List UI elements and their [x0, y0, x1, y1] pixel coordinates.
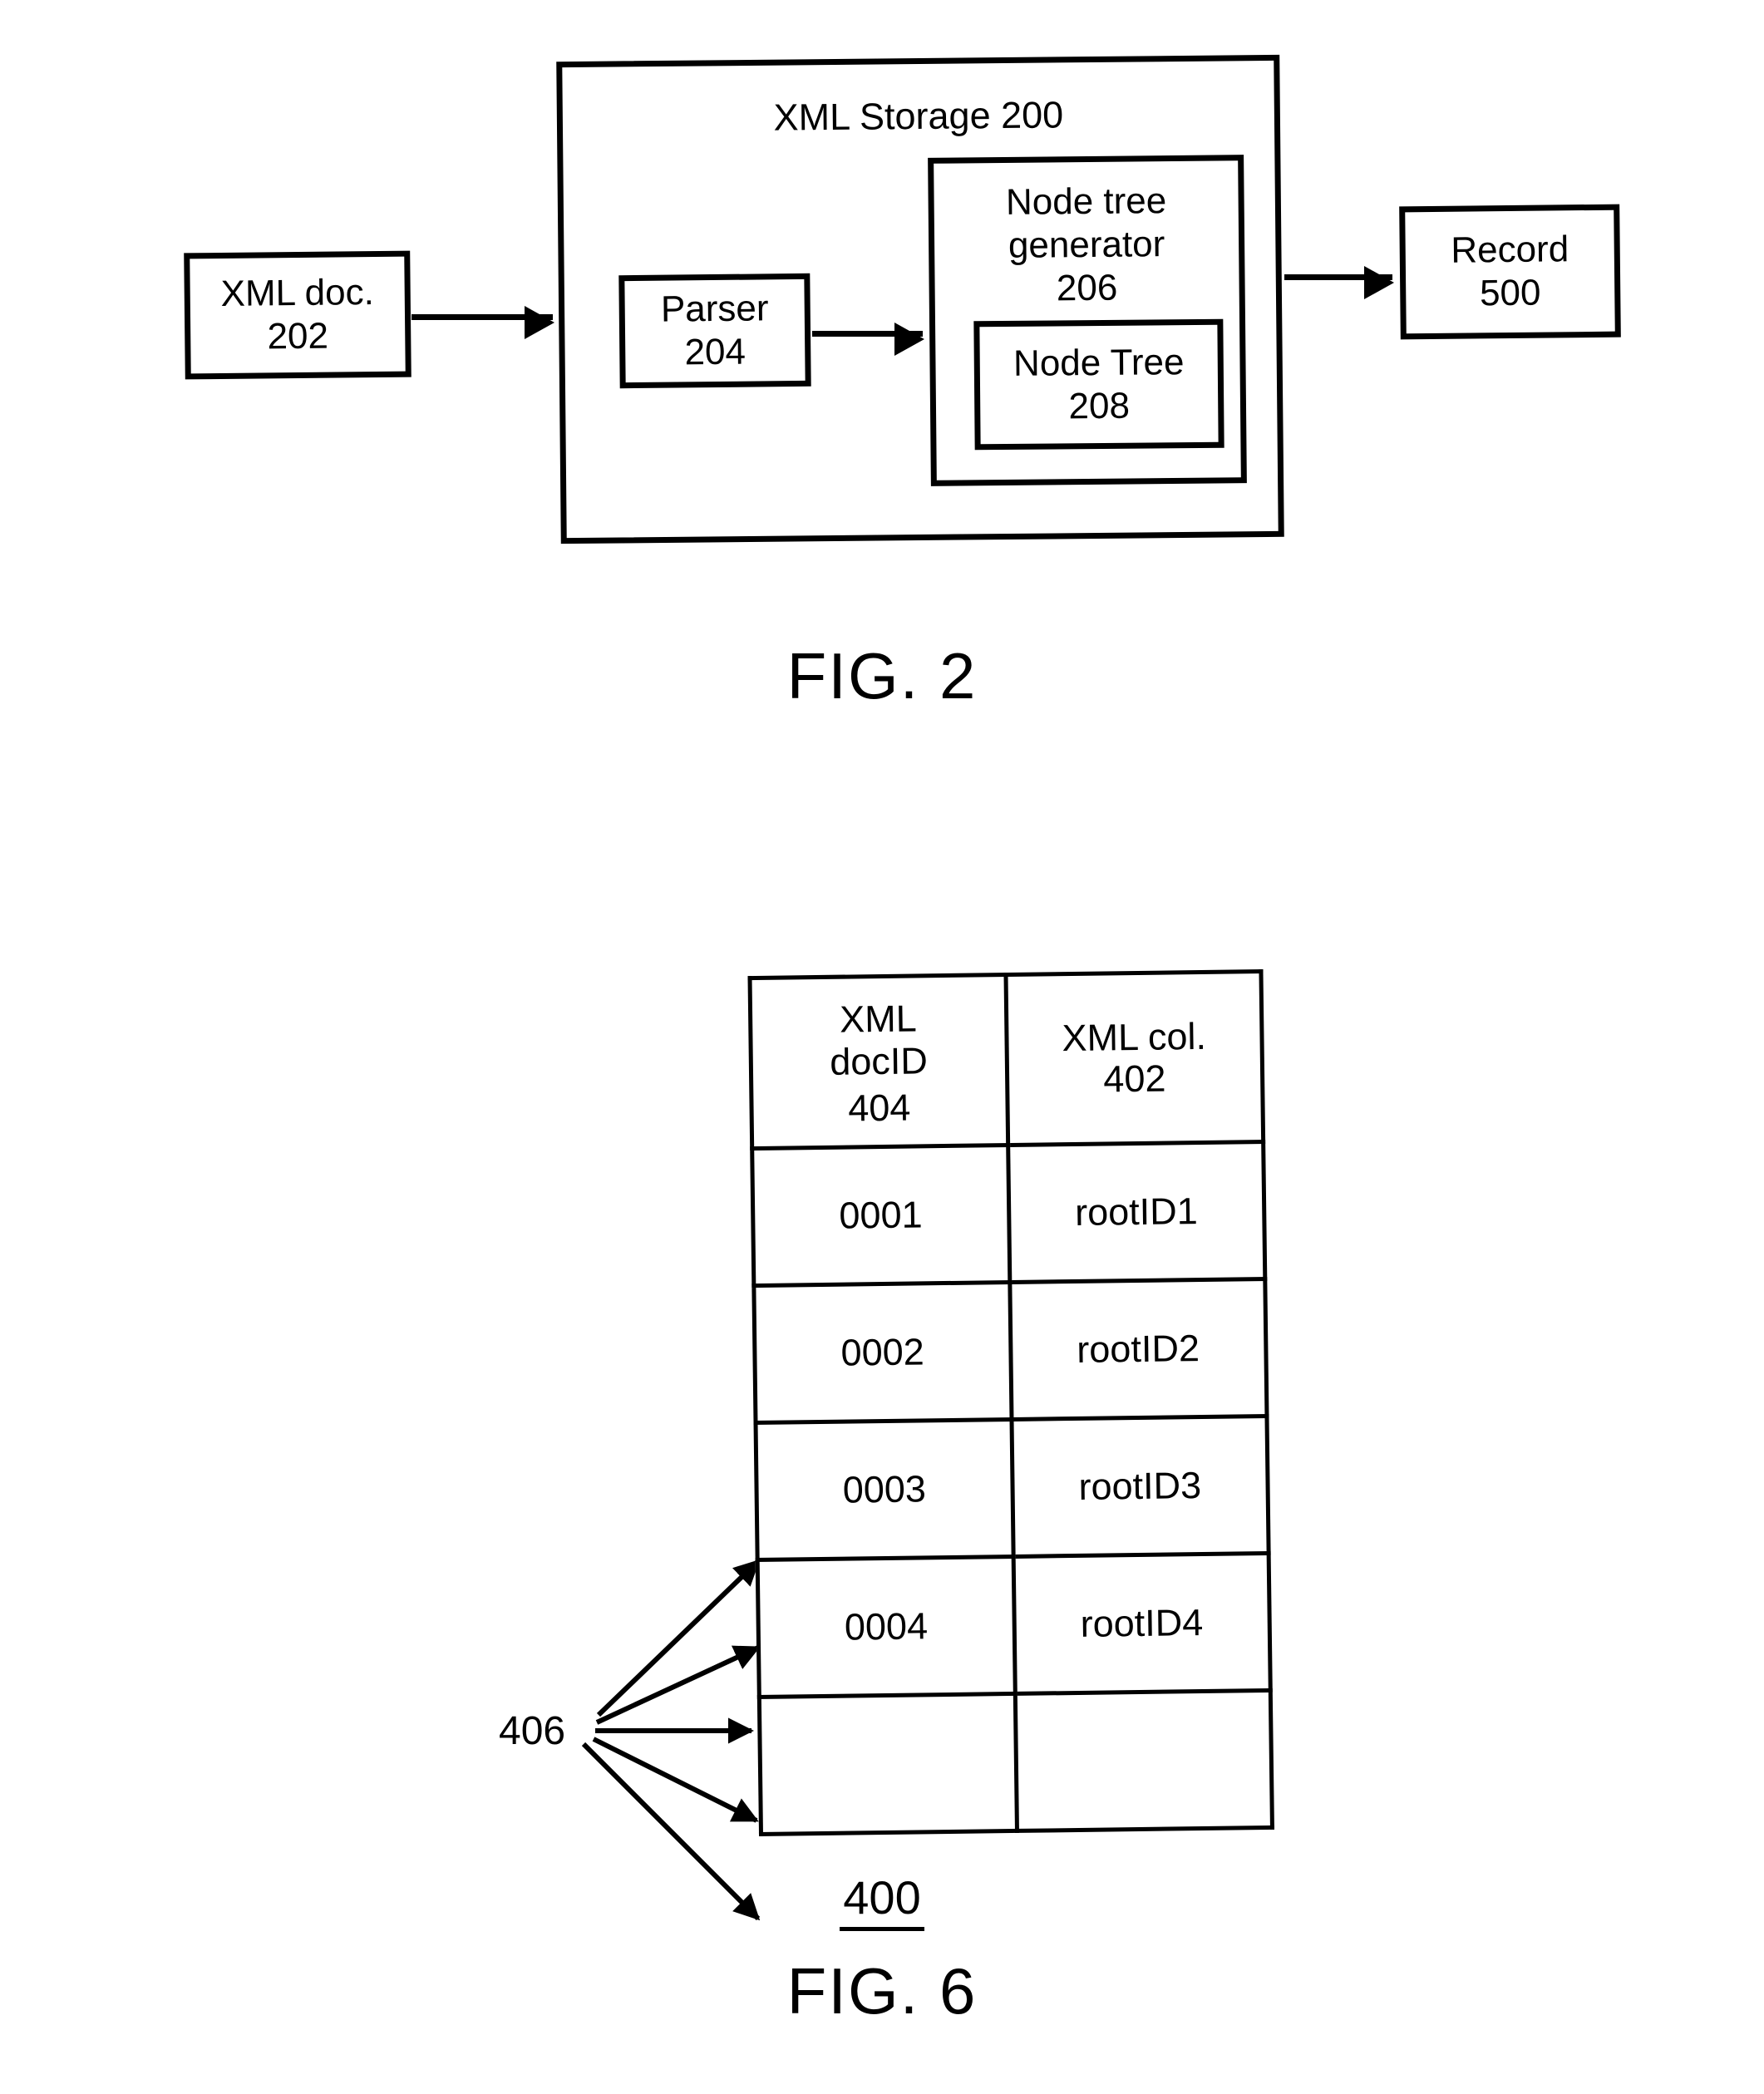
figure-2: XML doc. 202 XML Storage 200 Parser 204 … — [0, 0, 1764, 748]
xml-document-table: XML docID 404 XML col. 402 0001 rootID1 … — [747, 968, 1274, 1837]
column-header-xml-docid: XML docID 404 — [750, 974, 1008, 1149]
xml-doc-label: XML doc. — [220, 272, 375, 315]
patent-figure-sheet: XML doc. 202 XML Storage 200 Parser 204 … — [0, 0, 1764, 2094]
xml-doc-box: XML doc. 202 — [184, 250, 411, 380]
arrow-xml-doc-to-xml-storage-icon — [411, 306, 554, 339]
figure-6-reference-number-text: 400 — [840, 1871, 924, 1931]
record-label: Record — [1451, 229, 1569, 271]
arrow-node-tree-generator-to-record-icon — [1284, 266, 1394, 299]
node-tree-generator-title: Node tree generator 206 — [934, 179, 1239, 311]
parser-box: Parser 204 — [618, 273, 811, 389]
doc-table: XML docID 404 XML col. 402 0001 rootID1 … — [747, 968, 1274, 1837]
xml-storage-title: XML Storage 200 — [773, 93, 1064, 139]
hdr-docid-line1: XML — [839, 997, 918, 1042]
hdr-docid-line2: docID — [829, 1039, 929, 1083]
ntg-label-line1: Node tree — [1005, 180, 1167, 223]
table-row: 0002 rootID2 — [753, 1279, 1267, 1423]
figure-6-reference-number: 400 — [0, 1870, 1764, 1931]
cell-doc-id: 0004 — [757, 1556, 1015, 1697]
figure-6: 406 XML docID 404 XML col. 402 0001 root… — [0, 914, 1764, 2094]
cell-doc-id: 0002 — [753, 1282, 1012, 1423]
callout-406-label: 406 — [499, 1709, 566, 1753]
node-tree-label: Node Tree — [1013, 341, 1185, 384]
parser-ref-number: 204 — [684, 331, 746, 373]
hdr-docid-ref-number: 404 — [847, 1086, 911, 1130]
table-row: 0001 rootID1 — [751, 1141, 1265, 1286]
cell-xml-col: rootID1 — [1008, 1141, 1265, 1283]
table-row — [759, 1690, 1273, 1835]
node-tree-box: Node Tree 208 — [973, 318, 1224, 451]
parser-label: Parser — [660, 288, 769, 330]
column-header-xml-col: XML col. 402 — [1005, 971, 1264, 1146]
cell-xml-col: rootID4 — [1013, 1553, 1271, 1694]
cell-xml-col: rootID3 — [1011, 1416, 1269, 1557]
cell-doc-id — [759, 1693, 1017, 1835]
record-ref-number: 500 — [1479, 272, 1541, 314]
table-header-row: XML docID 404 XML col. 402 — [750, 971, 1264, 1149]
figure-6-caption: FIG. 6 — [786, 1954, 978, 2027]
cell-xml-col — [1014, 1690, 1273, 1831]
ntg-ref-number: 206 — [1056, 267, 1118, 309]
arrow-parser-to-node-tree-generator-icon — [812, 323, 924, 356]
ntg-label-line2: generator — [1008, 224, 1165, 266]
figure-2-caption: FIG. 2 — [786, 639, 978, 712]
table-row: 0003 rootID3 — [756, 1416, 1269, 1560]
xml-doc-ref-number: 202 — [267, 315, 329, 357]
hdr-xmlcol-ref-number: 402 — [1103, 1057, 1166, 1101]
table-row: 0004 rootID4 — [757, 1553, 1271, 1697]
node-tree-ref-number: 208 — [1068, 385, 1131, 426]
cell-doc-id: 0001 — [751, 1145, 1010, 1286]
cell-xml-col: rootID2 — [1009, 1279, 1267, 1420]
record-box: Record 500 — [1399, 204, 1621, 340]
hdr-xmlcol-line1: XML col. — [1062, 1014, 1207, 1059]
cell-doc-id: 0003 — [756, 1419, 1013, 1560]
